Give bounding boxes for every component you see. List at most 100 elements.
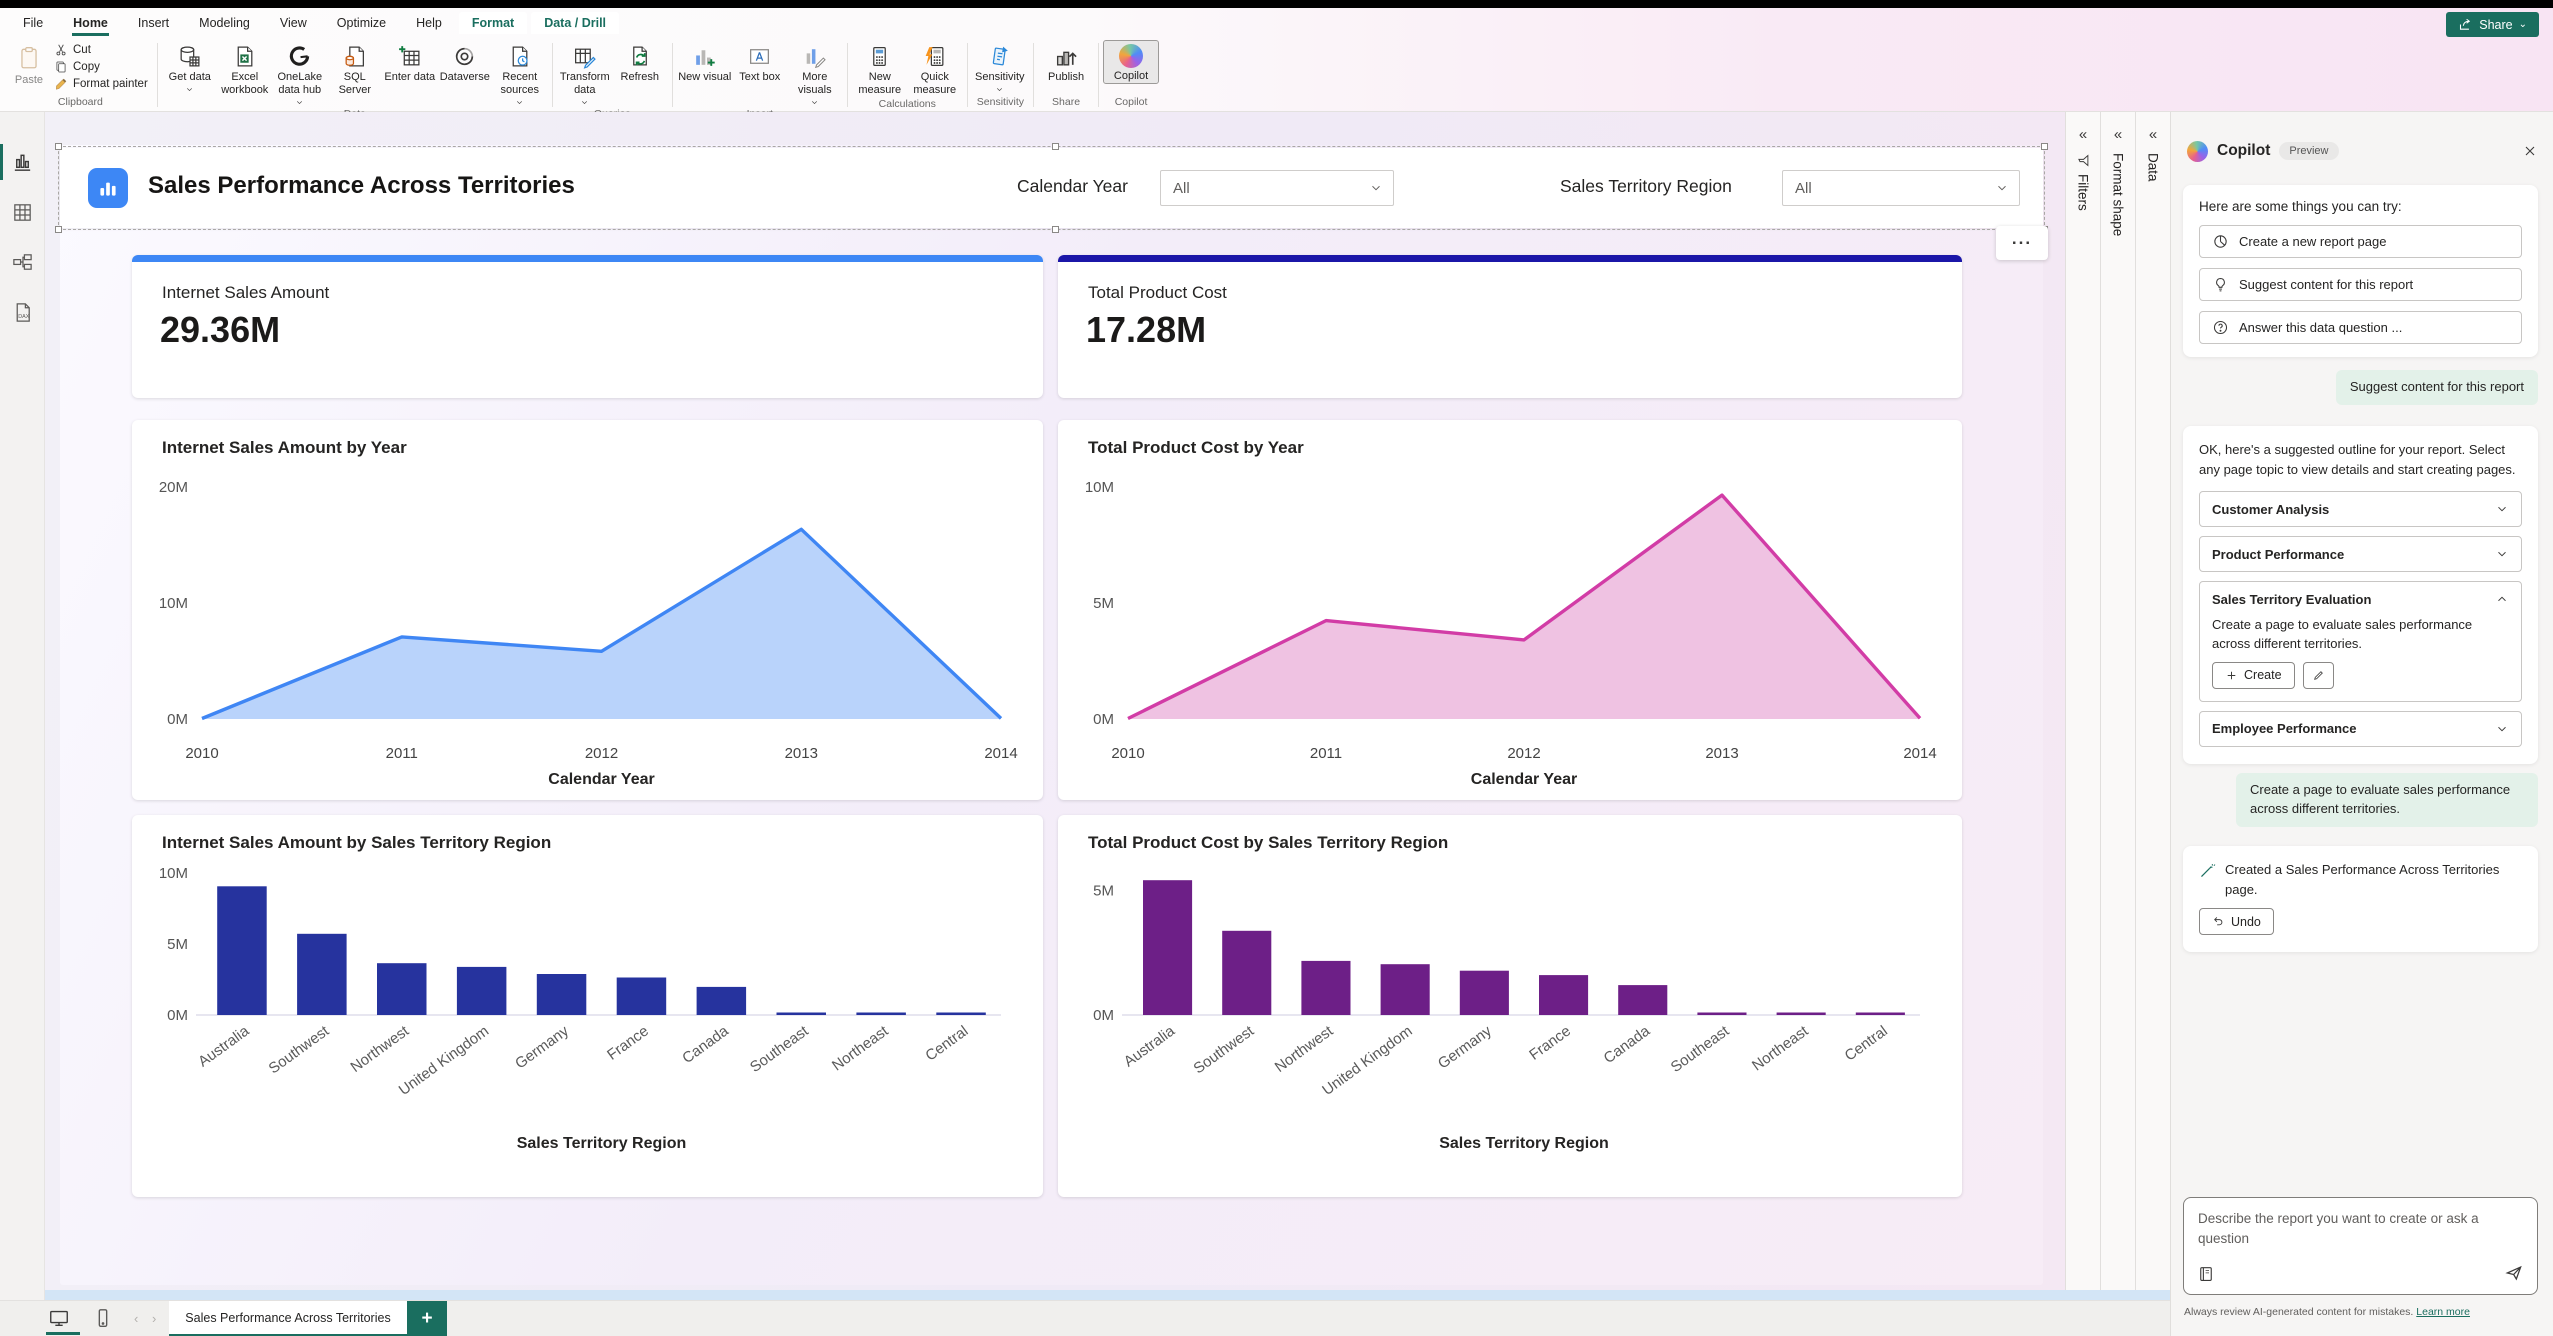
topic-header[interactable]: Product Performance <box>2212 537 2509 571</box>
bar[interactable] <box>776 1012 827 1016</box>
bar[interactable] <box>536 974 587 1015</box>
format-pane-collapsed[interactable]: « Format shape <box>2100 112 2135 1300</box>
topic-header[interactable]: Customer Analysis <box>2212 492 2509 526</box>
model-view-button[interactable] <box>0 240 45 284</box>
kpi-card-total-product-cost[interactable]: Total Product Cost 17.28M <box>1058 255 1962 398</box>
bar[interactable] <box>696 986 747 1015</box>
topic-header[interactable]: Employee Performance <box>2212 712 2509 746</box>
expand-pane-icon[interactable]: « <box>2079 126 2087 143</box>
bar[interactable] <box>1697 1012 1747 1016</box>
filters-pane-collapsed[interactable]: « Filters <box>2065 112 2100 1300</box>
recent-sources-button[interactable]: Recent sources <box>493 41 547 107</box>
data-pane-collapsed[interactable]: « Data <box>2135 112 2170 1300</box>
learn-more-link[interactable]: Learn more <box>2416 1306 2470 1318</box>
canvas-horizontal-scrollbar[interactable] <box>45 1290 2170 1300</box>
bar[interactable] <box>1776 1012 1826 1016</box>
area-fill[interactable] <box>202 529 1001 719</box>
mobile-layout-button[interactable] <box>92 1307 118 1331</box>
menu-tab-format[interactable]: Format <box>458 12 528 34</box>
format-painter-button[interactable]: Format painter <box>54 77 148 91</box>
suggestion-button-1[interactable]: Suggest content for this report <box>2199 268 2522 301</box>
bar[interactable] <box>297 933 347 1015</box>
bar[interactable] <box>1539 975 1589 1015</box>
menu-tab-view[interactable]: View <box>267 12 320 34</box>
refresh-button[interactable]: Refresh <box>613 41 667 84</box>
bar[interactable] <box>456 966 507 1015</box>
new-visual-button[interactable]: New visual <box>678 41 732 84</box>
visual-more-options-button[interactable]: ... <box>1996 226 2048 260</box>
selection-handle[interactable] <box>55 226 62 233</box>
menu-tab-modeling[interactable]: Modeling <box>186 12 263 34</box>
bar[interactable] <box>1143 880 1193 1015</box>
report-view-button[interactable] <box>0 140 45 184</box>
text-box-button[interactable]: Text box <box>733 41 787 84</box>
menu-tab-insert[interactable]: Insert <box>125 12 182 34</box>
excel-workbook-button[interactable]: Excel workbook <box>218 41 272 97</box>
dax-query-view-button[interactable]: DAX <box>0 290 45 334</box>
next-page-button[interactable]: › <box>152 1311 156 1326</box>
kpi-card-internet-sales[interactable]: Internet Sales Amount 29.36M <box>132 255 1043 398</box>
menu-tab-data-drill[interactable]: Data / Drill <box>531 12 620 34</box>
send-icon[interactable] <box>2504 1263 2524 1283</box>
bar[interactable] <box>1459 970 1509 1015</box>
bar[interactable] <box>217 886 267 1015</box>
visual-total-product-cost-by-year[interactable]: Total Product Cost by Year 0M 5M 10M 2010 20… <box>1058 420 1962 800</box>
visual-internet-sales-by-region[interactable]: Internet Sales Amount by Sales Territory… <box>132 815 1043 1197</box>
topic-0[interactable]: Customer Analysis <box>2199 491 2522 527</box>
topic-1[interactable]: Product Performance <box>2199 536 2522 572</box>
bar[interactable] <box>1855 1012 1905 1016</box>
bar[interactable] <box>377 963 427 1015</box>
report-canvas[interactable]: Sales Performance Across Territories Cal… <box>45 112 2065 1290</box>
menu-tab-optimize[interactable]: Optimize <box>324 12 399 34</box>
page-tab-active[interactable]: Sales Performance Across Territories <box>169 1301 407 1336</box>
enter-data-button[interactable]: Enter data <box>383 41 437 84</box>
topic-header[interactable]: Sales Territory Evaluation <box>2212 582 2509 616</box>
bar-chart[interactable]: 0M5M10MAustralia Southwest NorthwestUnited… <box>132 861 1043 1197</box>
new-measure-button[interactable]: New measure <box>853 41 907 97</box>
suggestion-button-2[interactable]: Answer this data question ... <box>2199 311 2522 344</box>
cut-button[interactable]: Cut <box>54 43 148 57</box>
selection-handle[interactable] <box>1051 226 1059 233</box>
bar[interactable] <box>1222 930 1272 1015</box>
expand-pane-icon[interactable]: « <box>2149 126 2157 143</box>
report-header-shape[interactable]: Sales Performance Across Territories Cal… <box>55 143 2048 233</box>
menu-tab-file[interactable]: File <box>10 12 56 34</box>
topic-2[interactable]: Sales Territory Evaluation Create a page … <box>2199 581 2522 702</box>
bar[interactable] <box>1380 964 1430 1015</box>
menu-tab-help[interactable]: Help <box>403 12 455 34</box>
selection-handle[interactable] <box>1051 143 1059 150</box>
bar[interactable] <box>936 1012 986 1016</box>
visual-internet-sales-by-year[interactable]: Internet Sales Amount by Year 0M 10M 20M 20… <box>132 420 1043 800</box>
menu-tab-home[interactable]: Home <box>60 12 121 36</box>
slicer-dropdown-sales-territory-region[interactable]: All <box>1782 170 2020 206</box>
copilot-button[interactable]: Copilot <box>1103 40 1160 84</box>
bar[interactable] <box>1618 985 1668 1015</box>
report-page[interactable]: Sales Performance Across Territories Cal… <box>55 143 2048 1285</box>
create-page-button[interactable]: Create <box>2212 661 2295 689</box>
share-button[interactable]: Share ⌄ <box>2446 12 2539 37</box>
topic-3[interactable]: Employee Performance <box>2199 710 2522 747</box>
quick-measure-button[interactable]: Quick measure <box>908 41 962 97</box>
bar[interactable] <box>1301 960 1351 1015</box>
visual-total-product-cost-by-region[interactable]: Total Product Cost by Sales Territory Re… <box>1058 815 1962 1197</box>
expand-pane-icon[interactable]: « <box>2114 126 2122 143</box>
more-visuals-button[interactable]: More visuals <box>788 41 842 107</box>
new-page-button[interactable]: + <box>407 1301 447 1336</box>
slicer-dropdown-calendar-year[interactable]: All <box>1160 170 1394 206</box>
sql-server-button[interactable]: SQL Server <box>328 41 382 97</box>
bar[interactable] <box>616 977 667 1016</box>
suggestion-button-0[interactable]: Create a new report page <box>2199 225 2522 258</box>
area-chart[interactable]: 0M 5M 10M 2010 2011 2012 2013 2014 Calendar Year <box>1058 466 1962 800</box>
area-fill[interactable] <box>1128 495 1920 719</box>
area-chart[interactable]: 0M 10M 20M 2010 2011 2012 2013 2014 Calendar Yea… <box>132 466 1043 800</box>
onelake-data-hub-button[interactable]: OneLake data hub <box>273 41 327 107</box>
notebook-icon[interactable] <box>2197 1265 2215 1283</box>
undo-button[interactable]: Undo <box>2199 908 2274 935</box>
bar-chart[interactable]: 0M5MAustralia Southwest NorthwestUnited Ki… <box>1058 861 1962 1197</box>
bar[interactable] <box>856 1012 906 1016</box>
dataverse-button[interactable]: Dataverse <box>438 41 492 84</box>
paste-button[interactable]: Paste <box>9 41 49 86</box>
sensitivity-button[interactable]: Sensitivity <box>973 41 1027 94</box>
get-data-button[interactable]: Get data <box>163 41 217 94</box>
table-view-button[interactable] <box>0 190 45 234</box>
